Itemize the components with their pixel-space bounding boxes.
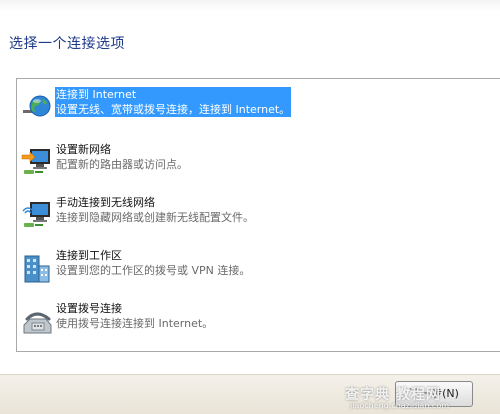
option-description: 连接到隐藏网络或创建新无线配置文件。 (56, 211, 254, 224)
dialup-phone-icon (21, 305, 53, 337)
option-description: 使用拨号连接连接到 Internet。 (56, 317, 214, 330)
option-title: 设置拨号连接 (56, 302, 122, 315)
dialog-heading: 选择一个连接选项 (9, 36, 125, 52)
globe-network-icon (21, 93, 53, 125)
option-description: 配置新的路由器或访问点。 (56, 158, 188, 171)
option-workplace[interactable]: 连接到工作区 设置到您的工作区的拨号或 VPN 连接。 (19, 248, 500, 292)
option-dialup[interactable]: 设置拨号连接 使用拨号连接连接到 Internet。 (19, 301, 500, 345)
wireless-network-icon (21, 199, 53, 231)
option-title: 手动连接到无线网络 (56, 196, 155, 209)
new-network-icon (21, 146, 53, 178)
window-top-strip (0, 0, 500, 12)
option-description: 设置到您的工作区的拨号或 VPN 连接。 (56, 264, 251, 277)
option-title: 连接到工作区 (56, 249, 122, 262)
option-title: 设置新网络 (56, 143, 111, 156)
option-title: 连接到 Internet (56, 88, 137, 101)
watermark-url: jiaocheng.chazidian.com (350, 401, 450, 410)
connection-options-list: 连接到 Internet 设置无线、宽带或拨号连接，连接到 Internet。 … (16, 78, 500, 352)
workplace-icon (21, 252, 53, 284)
option-new-network[interactable]: 设置新网络 配置新的路由器或访问点。 (19, 142, 500, 186)
option-connect-internet[interactable]: 连接到 Internet 设置无线、宽带或拨号连接，连接到 Internet。 (19, 87, 500, 131)
option-description: 设置无线、宽带或拨号连接，连接到 Internet。 (56, 103, 291, 116)
option-manual-wireless[interactable]: 手动连接到无线网络 连接到隐藏网络或创建新无线配置文件。 (19, 195, 500, 239)
